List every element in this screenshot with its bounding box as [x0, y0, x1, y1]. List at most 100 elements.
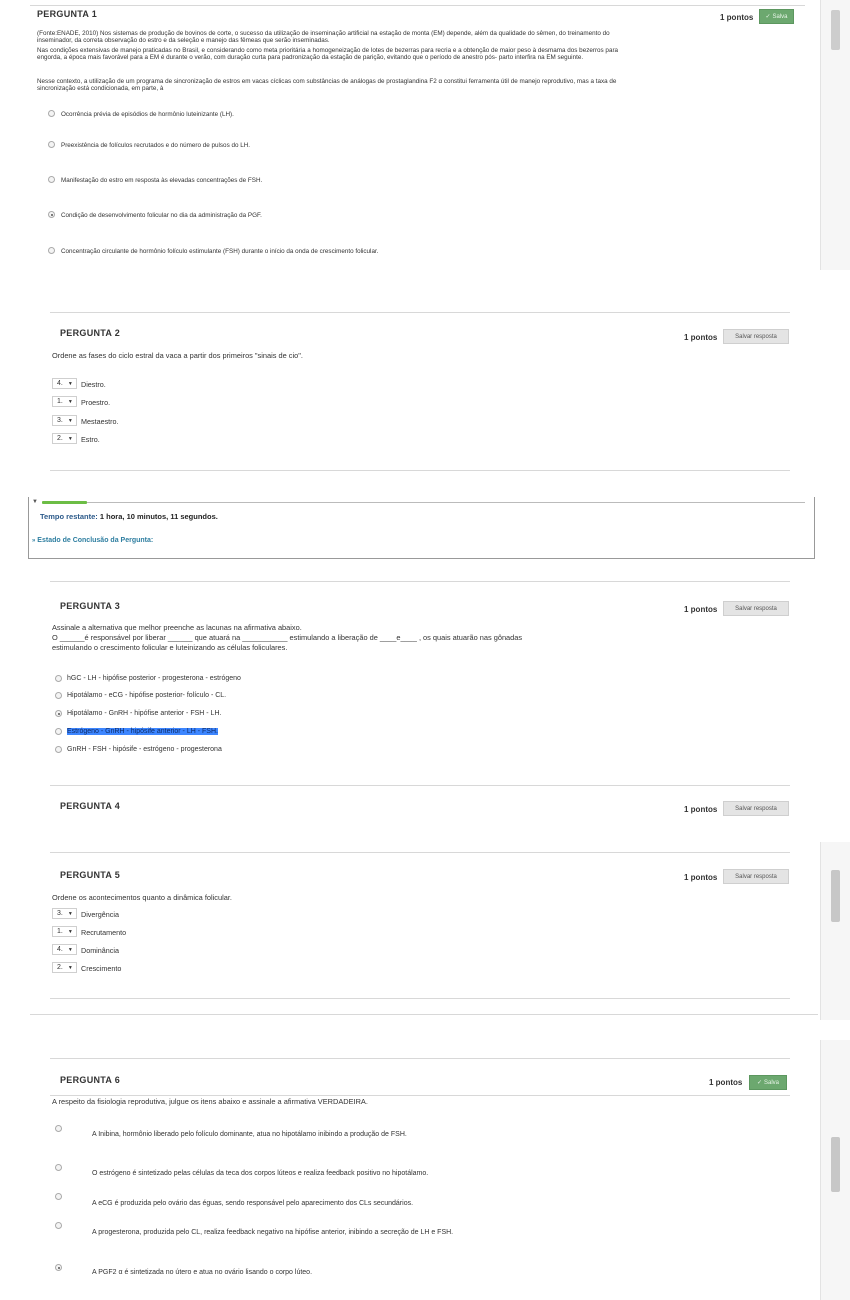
question-6-option-5-label[interactable]: A PGF2 α é sintetizada no útero e atua n… — [92, 1269, 312, 1276]
question-2-prompt: Ordene as fases do ciclo estral da vaca … — [52, 351, 303, 360]
scrollbar-thumb[interactable] — [831, 870, 840, 922]
question-3-option-4-radio[interactable] — [55, 728, 62, 735]
question-3-option-1-label[interactable]: hGC - LH - hipófise posterior - progeste… — [67, 675, 241, 682]
question-3-save-button[interactable]: Salvar resposta — [723, 601, 789, 616]
question-2-item-2-label: Proestro. — [81, 398, 111, 407]
scrollbar-thumb[interactable] — [831, 10, 840, 50]
question-4-title: PERGUNTA 4 — [60, 801, 121, 811]
question-4-save-button[interactable]: Salvar resposta — [723, 801, 789, 816]
question-1-option-4-radio[interactable] — [48, 211, 55, 218]
scrollbar-thumb[interactable] — [831, 1137, 840, 1192]
question-2-select-1[interactable]: 4. ▼ — [52, 378, 77, 389]
question-6-option-2-label[interactable]: O estrógeno é sintetizado pelas células … — [92, 1170, 428, 1177]
question-5-prompt: Ordene os acontecimentos quanto a dinâmi… — [52, 893, 232, 902]
question-1-title: PERGUNTA 1 — [37, 9, 98, 19]
divider — [50, 998, 790, 999]
question-6-prompt: A respeito da fisiologia reprodutiva, ju… — [52, 1097, 368, 1106]
question-2-title: PERGUNTA 2 — [60, 328, 121, 338]
question-6-option-5-radio[interactable] — [55, 1264, 62, 1271]
question-2-item-4-label: Estro. — [81, 435, 100, 444]
question-5-item-2-label: Recrutamento — [81, 928, 127, 937]
expand-icon: » — [32, 538, 36, 544]
question-6-panel: PERGUNTA 6 1 pontos ✓ Salva A respeito d… — [0, 1040, 850, 1300]
select-value: 2. — [57, 435, 63, 442]
question-5-select-3[interactable]: 4. ▼ — [52, 944, 77, 955]
question-3-statement-line-2: estimulando o crescimento folicular e lu… — [52, 643, 288, 652]
dropdown-arrow-icon: ▼ — [67, 380, 73, 387]
question-2-select-4[interactable]: 2. ▼ — [52, 433, 77, 444]
question-3-option-2-label[interactable]: Hipotálamo - eCG - hipófise posterior- f… — [67, 692, 226, 699]
divider — [50, 312, 790, 313]
question-2-item-1-label: Diestro. — [81, 380, 106, 389]
question-1-option-2-label[interactable]: Preexistência de folículos recrutados e … — [61, 142, 250, 149]
question-4-points: 1 pontos — [684, 805, 718, 814]
dropdown-arrow-icon: ▼ — [67, 928, 73, 935]
divider — [30, 1014, 818, 1015]
question-1-option-2-radio[interactable] — [48, 141, 55, 148]
question-6-option-1-label[interactable]: A Inibina, hormônio liberado pelo folícu… — [92, 1131, 407, 1138]
question-3-option-1-radio[interactable] — [55, 675, 62, 682]
question-1-option-3-label[interactable]: Manifestação do estro em resposta às ele… — [61, 177, 262, 184]
question-6-option-2-radio[interactable] — [55, 1164, 62, 1171]
question-5-select-2[interactable]: 1. ▼ — [52, 926, 77, 937]
question-1-option-1-label[interactable]: Ocorrência prévia de episódios de hormôn… — [61, 111, 234, 118]
question-3-option-3-label[interactable]: Hipotálamo - GnRH - hipófise anterior - … — [67, 710, 221, 717]
question-6-option-4-label[interactable]: A progesterona, produzida pelo CL, reali… — [92, 1229, 453, 1236]
question-5-select-1[interactable]: 3. ▼ — [52, 908, 77, 919]
question-3-option-4-label[interactable]: Estrógeno - GnRH - hipósife anterior - L… — [67, 728, 218, 735]
collapse-arrow-icon[interactable]: ▼ — [32, 499, 38, 505]
question-6-option-4-radio[interactable] — [55, 1222, 62, 1229]
dropdown-arrow-icon: ▼ — [67, 398, 73, 405]
question-2-select-3[interactable]: 3. ▼ — [52, 415, 77, 426]
question-1-option-1-radio[interactable] — [48, 110, 55, 117]
question-1-option-4-label[interactable]: Condição de desenvolvimento folicular no… — [61, 212, 262, 219]
select-value: 2. — [57, 964, 63, 971]
check-icon: ✓ — [765, 14, 771, 20]
time-remaining-label: Tempo restante: — [40, 512, 98, 521]
screenshot-gap — [0, 818, 850, 842]
question-3-option-5-label[interactable]: GnRH - FSH - hipósife - estrógeno - prog… — [67, 746, 222, 753]
question-2-select-2[interactable]: 1. ▼ — [52, 396, 77, 407]
question-5-item-4-label: Crescimento — [81, 964, 122, 973]
question-3-option-3-radio[interactable] — [55, 710, 62, 717]
question-3-panel: ▼ Tempo restante: 1 hora, 10 minutos, 11… — [0, 497, 850, 818]
select-value: 4. — [57, 380, 63, 387]
question-2-save-button[interactable]: Salvar resposta — [723, 329, 789, 344]
question-3-option-2-radio[interactable] — [55, 692, 62, 699]
question-5-panel: PERGUNTA 5 1 pontos Salvar resposta Orde… — [0, 842, 850, 1020]
save-button-label: Salva — [772, 13, 788, 20]
question-1-option-5-label[interactable]: Concentração circulante de hormônio folí… — [61, 248, 378, 255]
question-1-option-3-radio[interactable] — [48, 176, 55, 183]
question-6-option-3-radio[interactable] — [55, 1193, 62, 1200]
divider — [50, 785, 790, 786]
scrollbar[interactable] — [820, 842, 850, 1020]
question-5-item-3-label: Dominância — [81, 946, 119, 955]
question-6-title: PERGUNTA 6 — [60, 1075, 121, 1085]
question-3-option-5-radio[interactable] — [55, 746, 62, 753]
divider — [50, 470, 790, 471]
completion-status-link[interactable]: » Estado de Conclusão da Pergunta: — [32, 537, 153, 544]
select-value: 3. — [57, 417, 63, 424]
divider — [30, 5, 805, 6]
time-remaining: Tempo restante: 1 hora, 10 minutos, 11 s… — [40, 512, 218, 521]
question-1-points: 1 pontos — [720, 13, 754, 22]
scrollbar[interactable] — [820, 1040, 850, 1300]
dropdown-arrow-icon: ▼ — [67, 435, 73, 442]
scrollbar[interactable] — [816, 497, 850, 818]
question-5-save-button[interactable]: Salvar resposta — [723, 869, 789, 884]
divider — [50, 852, 790, 853]
question-5-select-4[interactable]: 2. ▼ — [52, 962, 77, 973]
question-1-option-5-radio[interactable] — [48, 247, 55, 254]
divider — [50, 1058, 790, 1059]
question-1-panel: PERGUNTA 1 1 pontos ✓ Salva (Fonte:ENADE… — [0, 0, 850, 270]
select-value: 3. — [57, 910, 63, 917]
question-6-option-1-radio[interactable] — [55, 1125, 62, 1132]
scrollbar[interactable] — [820, 0, 850, 270]
question-3-title: PERGUNTA 3 — [60, 601, 121, 611]
question-6-saved-button[interactable]: ✓ Salva — [749, 1075, 787, 1090]
time-remaining-value: 1 hora, 10 minutos, 11 segundos. — [99, 512, 218, 521]
question-1-saved-button[interactable]: ✓ Salva — [759, 9, 794, 24]
question-5-points: 1 pontos — [684, 873, 718, 882]
question-5-item-1-label: Divergência — [81, 910, 119, 919]
question-6-option-3-label[interactable]: A eCG é produzida pelo ovário das éguas,… — [92, 1200, 413, 1207]
